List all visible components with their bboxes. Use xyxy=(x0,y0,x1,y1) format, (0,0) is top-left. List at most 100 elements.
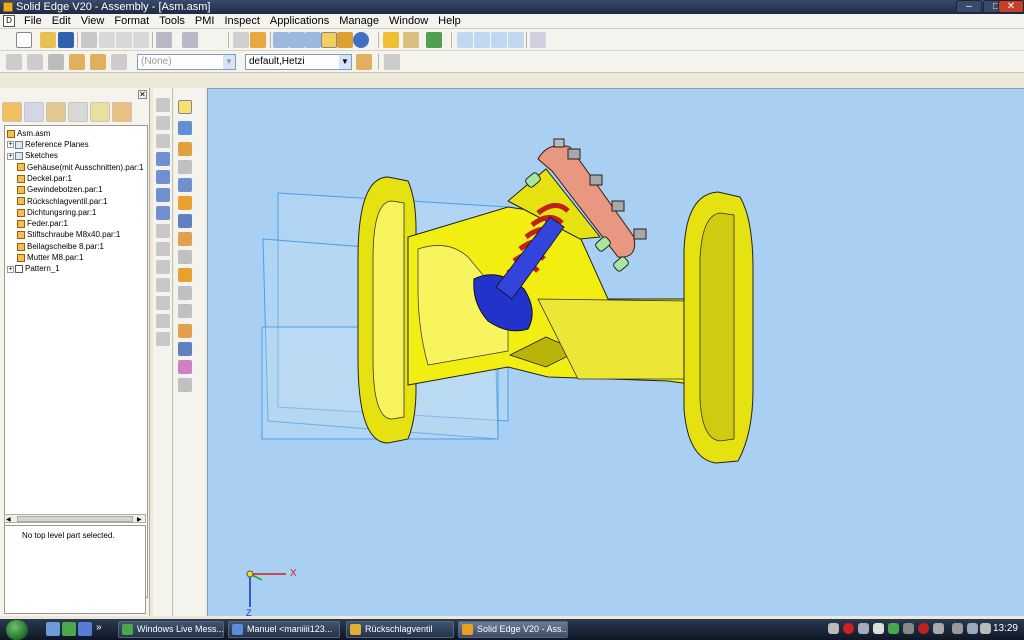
tree-item[interactable]: + Pattern_1 xyxy=(7,263,60,274)
scroll-thumb[interactable] xyxy=(17,516,133,522)
feat-7-icon[interactable] xyxy=(178,250,192,264)
menu-file[interactable]: File xyxy=(19,15,47,27)
paste-icon[interactable] xyxy=(133,32,149,48)
cmd-14-icon[interactable] xyxy=(156,332,170,346)
close-icon[interactable]: ✕ xyxy=(138,90,147,99)
undo-icon[interactable] xyxy=(156,32,172,48)
feat-14-icon[interactable] xyxy=(178,378,192,392)
tray-3-icon[interactable] xyxy=(858,623,869,634)
cmd-4-icon[interactable] xyxy=(156,152,170,166)
menu-pmi[interactable]: PMI xyxy=(190,15,220,27)
menu-tools[interactable]: Tools xyxy=(154,15,190,27)
assemble-icon[interactable] xyxy=(178,121,192,135)
show-desktop-icon[interactable] xyxy=(46,622,60,636)
save-icon[interactable] xyxy=(58,32,74,48)
tool-5-icon[interactable] xyxy=(90,54,106,70)
menu-edit[interactable]: Edit xyxy=(47,15,76,27)
tray-2-icon[interactable] xyxy=(843,623,854,634)
messenger-quicklaunch-icon[interactable] xyxy=(62,622,76,636)
tree-horizontal-scrollbar[interactable]: ◀ ▶ xyxy=(4,514,146,523)
style-dropdown[interactable]: (None) ▼ xyxy=(137,54,236,70)
expand-icon[interactable]: + xyxy=(7,141,14,149)
tab-features[interactable] xyxy=(46,102,66,122)
quicklaunch-overflow[interactable]: » xyxy=(96,622,102,633)
feat-3-icon[interactable] xyxy=(178,178,192,192)
copy-icon[interactable] xyxy=(116,32,132,48)
menu-inspect[interactable]: Inspect xyxy=(219,15,264,27)
cut-icon[interactable] xyxy=(99,32,115,48)
clock[interactable]: 13:29 xyxy=(993,623,1018,634)
tree-item[interactable]: Feder.par:1 xyxy=(17,218,68,229)
zoom-icon[interactable] xyxy=(474,32,490,48)
menu-applications[interactable]: Applications xyxy=(265,15,334,27)
tree-item[interactable]: Mutter M8.par:1 xyxy=(17,252,83,263)
tool-1-icon[interactable] xyxy=(6,54,22,70)
tab-alternate-assemblies[interactable] xyxy=(112,102,132,122)
feat-6-icon[interactable] xyxy=(178,232,192,246)
menu-help[interactable]: Help xyxy=(433,15,466,27)
tray-9-icon[interactable] xyxy=(952,623,963,634)
feat-2-icon[interactable] xyxy=(178,160,192,174)
pan-icon[interactable] xyxy=(508,32,524,48)
feat-8-icon[interactable] xyxy=(178,268,192,282)
view-front-icon[interactable] xyxy=(289,32,305,48)
open-icon[interactable] xyxy=(40,32,56,48)
tree-item[interactable]: Rückschlagventil.par:1 xyxy=(17,196,107,207)
view-style-dropdown[interactable]: default,Hetzi ▼ xyxy=(245,54,352,70)
tray-7-icon[interactable] xyxy=(918,623,929,634)
cmd-7-icon[interactable] xyxy=(156,206,170,220)
menu-view[interactable]: View xyxy=(76,15,110,27)
redo-icon[interactable] xyxy=(182,32,198,48)
fit-icon[interactable] xyxy=(491,32,507,48)
minimize-button[interactable]: – xyxy=(956,0,982,13)
tray-5-icon[interactable] xyxy=(888,623,899,634)
tab-layers[interactable] xyxy=(68,102,88,122)
tree-item[interactable]: Deckel.par:1 xyxy=(17,173,72,184)
tool-3-icon[interactable] xyxy=(48,54,64,70)
tab-parts-library[interactable] xyxy=(24,102,44,122)
cmd-1-icon[interactable] xyxy=(156,98,170,112)
cmd-13-icon[interactable] xyxy=(156,314,170,328)
tree-item[interactable]: Gewindebolzen.par:1 xyxy=(17,184,103,195)
tree-item[interactable]: Beilagscheibe 8.par:1 xyxy=(17,241,104,252)
view-iso-icon[interactable] xyxy=(273,32,289,48)
document-icon[interactable]: D xyxy=(3,15,15,27)
zoom-area-icon[interactable] xyxy=(457,32,473,48)
close-button[interactable]: ✕ xyxy=(998,0,1024,13)
tool-2-icon[interactable] xyxy=(27,54,43,70)
layers-icon[interactable] xyxy=(403,32,419,48)
feat-13-icon[interactable] xyxy=(178,360,192,374)
tool-4-icon[interactable] xyxy=(69,54,85,70)
cmd-3-icon[interactable] xyxy=(156,134,170,148)
feat-10-icon[interactable] xyxy=(178,304,192,318)
menu-format[interactable]: Format xyxy=(109,15,154,27)
new-icon[interactable] xyxy=(16,32,32,48)
shaded-icon[interactable] xyxy=(321,32,337,48)
tray-6-icon[interactable] xyxy=(903,623,914,634)
shaded-edges-icon[interactable] xyxy=(337,32,353,48)
volume-icon[interactable] xyxy=(980,623,991,634)
network-icon[interactable] xyxy=(967,623,978,634)
tray-8-icon[interactable] xyxy=(933,623,944,634)
scroll-left-icon[interactable]: ◀ xyxy=(6,516,13,523)
cmd-6-icon[interactable] xyxy=(156,188,170,202)
cmd-8-icon[interactable] xyxy=(156,224,170,238)
tray-1-icon[interactable] xyxy=(828,623,839,634)
tree-item[interactable]: Dichtungsring.par:1 xyxy=(17,207,96,218)
taskbar-app-button[interactable]: Manuel <maniiii123... xyxy=(228,621,340,638)
cmd-12-icon[interactable] xyxy=(156,296,170,310)
view-style-icon[interactable] xyxy=(356,54,372,70)
tree-item[interactable]: Gehäuse(mit Ausschnitten).par:1 xyxy=(17,162,144,173)
taskbar-app-button[interactable]: Windows Live Mess... xyxy=(118,621,224,638)
tab-pathfinder[interactable] xyxy=(2,102,22,122)
tab-sensors[interactable] xyxy=(90,102,110,122)
expand-icon[interactable]: + xyxy=(7,152,14,160)
sphere-display-icon[interactable] xyxy=(353,32,369,48)
select-icon[interactable] xyxy=(233,32,249,48)
feat-9-icon[interactable] xyxy=(178,286,192,300)
scroll-right-icon[interactable]: ▶ xyxy=(137,516,144,523)
cmd-5-icon[interactable] xyxy=(156,170,170,184)
feat-1-icon[interactable] xyxy=(178,142,192,156)
feat-5-icon[interactable] xyxy=(178,214,192,228)
taskbar-app-button[interactable]: Rückschlagventil xyxy=(346,621,454,638)
